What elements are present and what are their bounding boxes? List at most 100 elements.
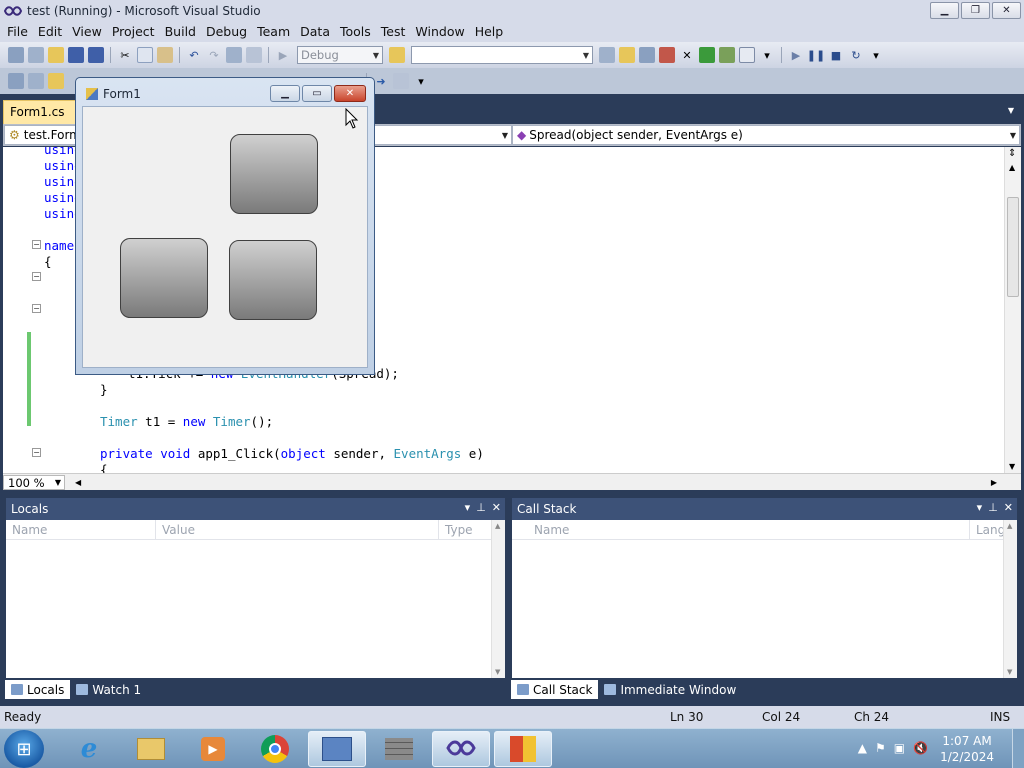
form1-minimize-button[interactable]: ▁ [270, 85, 300, 102]
navigate-backward-icon[interactable] [226, 47, 242, 63]
menu-data[interactable]: Data [295, 22, 335, 42]
save-icon[interactable] [68, 47, 84, 63]
object-browser-icon[interactable] [639, 47, 655, 63]
members-combo[interactable]: ◆ Spread(object sender, EventArgs e) ▼ [512, 125, 1020, 145]
scroll-up-icon[interactable]: ▲ [495, 522, 500, 530]
taskbar-media-player[interactable]: ▶ [184, 731, 242, 767]
start-button[interactable]: ⊞ [4, 730, 44, 768]
show-desktop-button[interactable] [1012, 729, 1024, 768]
tools-icon[interactable]: ✕ [679, 47, 695, 63]
scroll-up-icon[interactable]: ▲ [1009, 163, 1015, 172]
taskbar-office-app[interactable] [494, 731, 552, 767]
column-header-lang[interactable]: Lang [970, 520, 1005, 539]
toolbox-icon[interactable] [659, 47, 675, 63]
redo-icon[interactable]: ↷ [206, 47, 222, 63]
network-icon[interactable]: ▣ [894, 741, 905, 755]
find-combo[interactable]: ▼ [411, 46, 593, 64]
toolbar-overflow-icon[interactable]: ▾ [868, 47, 884, 63]
copy-icon[interactable] [137, 47, 153, 63]
solution-explorer-icon[interactable] [599, 47, 615, 63]
add-item-icon[interactable] [28, 47, 44, 63]
step-into-icon[interactable] [28, 73, 44, 89]
form1-close-button[interactable]: ✕ [334, 85, 366, 102]
menu-file[interactable]: File [2, 22, 33, 42]
taskbar-file-explorer[interactable] [122, 731, 180, 767]
toolbar-options-icon[interactable]: ▾ [413, 73, 429, 89]
outline-collapse-icon[interactable]: − [32, 448, 41, 457]
scroll-right-icon[interactable]: ▶ [991, 478, 997, 487]
paste-icon[interactable] [157, 47, 173, 63]
menu-project[interactable]: Project [107, 22, 160, 42]
column-header-name[interactable]: Name [6, 520, 156, 539]
volume-muted-icon[interactable]: 🔇 [913, 741, 928, 755]
pin-icon[interactable]: ⊥ [988, 501, 998, 514]
scrollbar-thumb[interactable] [1007, 197, 1019, 297]
column-header-name[interactable]: Name [512, 520, 970, 539]
scroll-left-icon[interactable]: ◀ [75, 478, 81, 487]
show-hidden-icons-icon[interactable]: ▲ [858, 741, 867, 755]
vertical-scrollbar[interactable]: ▲ ▼ [491, 520, 505, 678]
restart-icon[interactable]: ↻ [848, 47, 864, 63]
solution-configuration-combo[interactable]: Debug ▼ [297, 46, 383, 64]
column-header-type[interactable]: Type [439, 520, 489, 539]
form1-maximize-button[interactable]: ▭ [302, 85, 332, 102]
close-button[interactable]: ✕ [992, 2, 1021, 19]
open-file-icon[interactable] [48, 47, 64, 63]
form-button-bottom-right[interactable] [229, 240, 317, 320]
step-over-icon[interactable] [48, 73, 64, 89]
menu-edit[interactable]: Edit [33, 22, 67, 42]
taskbar-internet-explorer[interactable]: e [60, 731, 118, 767]
continue-icon[interactable]: ▶ [788, 47, 804, 63]
outline-collapse-icon[interactable]: − [32, 240, 41, 249]
active-files-dropdown-icon[interactable]: ▼ [1008, 106, 1014, 115]
start-page-icon[interactable] [699, 47, 715, 63]
close-icon[interactable]: ✕ [492, 501, 501, 514]
form1-window[interactable]: Form1 ▁ ▭ ✕ [75, 77, 375, 375]
tab-locals[interactable]: Locals [5, 680, 71, 699]
action-center-flag-icon[interactable]: ⚑ [875, 741, 886, 755]
menu-help[interactable]: Help [470, 22, 509, 42]
taskbar-chrome[interactable] [246, 731, 304, 767]
menu-debug[interactable]: Debug [201, 22, 252, 42]
scroll-down-icon[interactable]: ▼ [495, 668, 500, 676]
break-all-icon[interactable]: ❚❚ [807, 47, 825, 63]
scroll-up-icon[interactable]: ▲ [1007, 522, 1012, 530]
extension-manager-icon[interactable] [719, 47, 735, 63]
taskbar-form1-app[interactable] [308, 731, 366, 767]
scroll-down-icon[interactable]: ▼ [1009, 462, 1015, 471]
properties-icon[interactable] [619, 47, 635, 63]
vertical-scrollbar[interactable]: ▲ ▼ [1003, 520, 1017, 678]
menu-window[interactable]: Window [410, 22, 469, 42]
hexadecimal-icon[interactable] [393, 73, 409, 89]
new-project-icon[interactable] [8, 47, 24, 63]
minimize-button[interactable]: ▁ [930, 2, 959, 19]
toolbar-options-icon[interactable]: ▾ [759, 47, 775, 63]
menu-test[interactable]: Test [376, 22, 411, 42]
panel-dropdown-icon[interactable]: ▾ [465, 501, 471, 514]
horizontal-scrollbar[interactable] [87, 475, 985, 489]
menu-team[interactable]: Team [252, 22, 295, 42]
undo-icon[interactable]: ↶ [186, 47, 202, 63]
outline-collapse-icon[interactable]: − [32, 272, 41, 281]
close-icon[interactable]: ✕ [1004, 501, 1013, 514]
menu-view[interactable]: View [67, 22, 107, 42]
save-all-icon[interactable] [88, 47, 104, 63]
find-in-files-icon[interactable] [389, 47, 405, 63]
restore-button[interactable]: ❐ [961, 2, 990, 19]
tab-watch-1[interactable]: Watch 1 [70, 680, 147, 699]
tab-call-stack[interactable]: Call Stack [511, 680, 599, 699]
clock[interactable]: 1:07 AM 1/2/2024 [940, 733, 994, 765]
menu-tools[interactable]: Tools [335, 22, 376, 42]
command-window-icon[interactable] [739, 47, 755, 63]
zoom-combo[interactable]: 100 % ▼ [3, 474, 65, 490]
form-button-bottom-left[interactable] [120, 238, 208, 318]
start-debugging-icon[interactable]: ▶ [275, 47, 291, 63]
pin-icon[interactable]: ⊥ [476, 501, 486, 514]
cut-icon[interactable]: ✂ [117, 47, 133, 63]
stop-debugging-icon[interactable]: ■ [828, 47, 844, 63]
taskbar-visual-studio[interactable] [432, 731, 490, 767]
menu-build[interactable]: Build [160, 22, 201, 42]
navigate-forward-icon[interactable] [246, 47, 262, 63]
vertical-scrollbar[interactable]: ⇕ ▲ ▼ [1004, 147, 1021, 473]
show-next-statement-icon[interactable] [8, 73, 24, 89]
